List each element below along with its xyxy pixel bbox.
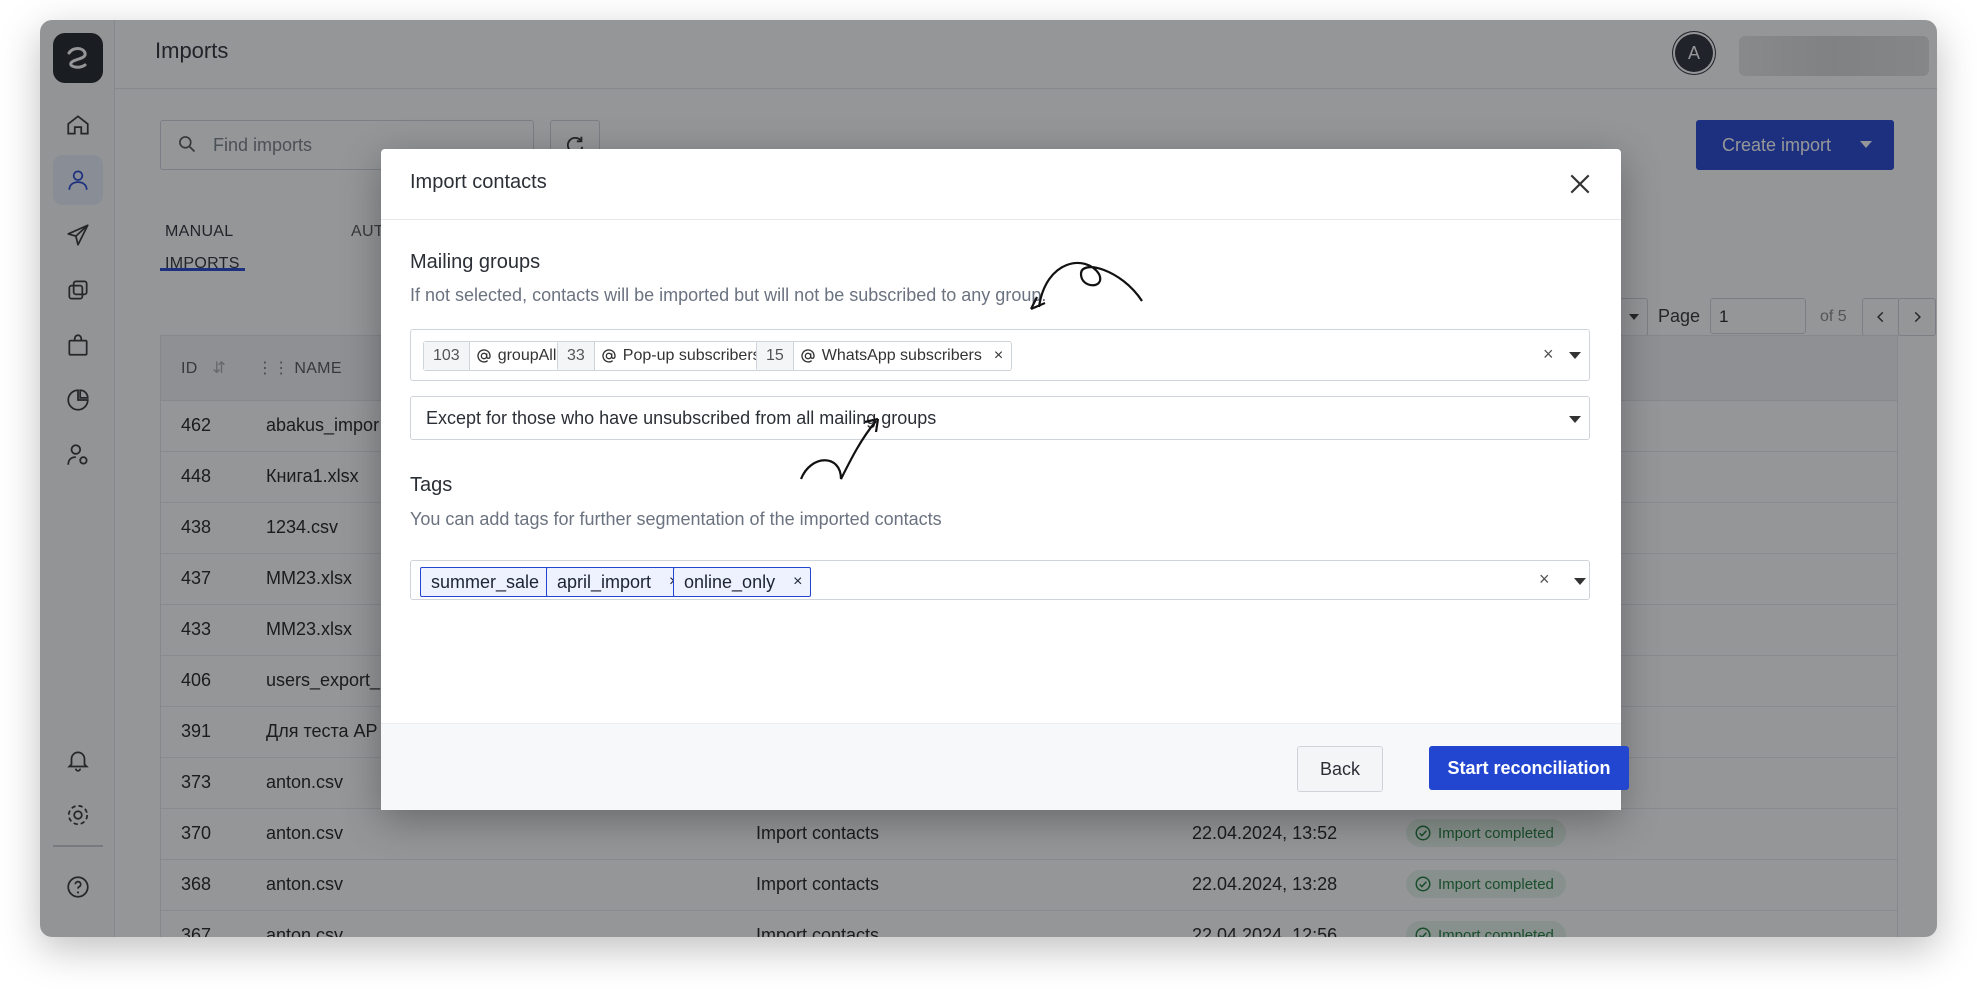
chevron-down-icon[interactable] [1574,578,1586,585]
group-count: 15 [757,342,794,370]
chevron-down-icon[interactable] [1569,416,1581,423]
tag-label: april_import [557,571,652,592]
at-sign-icon [477,349,491,363]
annotation-arrow-top [1037,261,1143,308]
group-name: groupAll [470,342,563,370]
modal-title: Import contacts [410,171,547,193]
except-select-value: Except for those who have unsubscribed f… [426,408,937,428]
at-sign-icon [602,349,616,363]
modal-header: Import contacts [381,149,1621,220]
tags-select[interactable]: summer_sale × april_import×online_only × × [410,560,1590,600]
clear-tags-icon[interactable]: × [1539,569,1550,590]
close-icon[interactable] [1567,171,1593,197]
group-name: WhatsApp subscribers [794,342,988,370]
mailing-groups-description: If not selected, contacts will be import… [410,285,1047,305]
group-count: 103 [424,342,470,370]
tag-label: summer_sale [431,571,540,592]
tag-chip[interactable]: april_import× [546,567,688,597]
annotation-arrows [799,261,1143,480]
start-reconciliation-button[interactable]: Start reconciliation [1429,746,1629,790]
tag-label: online_only [684,571,776,592]
at-sign-icon [801,349,815,363]
import-contacts-modal: Import contacts Mailing groups If not se… [381,149,1629,810]
group-name-label: WhatsApp subscribers [821,347,982,364]
group-count: 33 [558,342,595,370]
mailing-group-chip[interactable]: 15 WhatsApp subscribers × [756,341,1013,371]
chevron-down-icon[interactable] [1569,352,1581,359]
remove-group-icon[interactable]: × [988,342,1011,370]
mailing-groups-select[interactable]: 103 groupAll × 33 Pop-up subscribers × 15 Whats… [410,329,1590,381]
except-select[interactable]: Except for those who have unsubscribed f… [410,396,1590,440]
modal-footer: Back Start reconciliation [381,723,1629,810]
tag-chip[interactable]: online_only × [673,567,812,597]
remove-tag-icon[interactable]: × [793,573,802,591]
tags-title: Tags [410,474,453,496]
app-window: Imports A Create import MANUAL IMPORTS A… [40,20,1937,937]
group-name-label: Pop-up subscribers [622,347,761,364]
mailing-groups-title: Mailing groups [410,251,541,273]
tags-description: You can add tags for further segmentatio… [410,509,942,529]
group-name-label: groupAll [497,347,557,364]
clear-groups-icon[interactable]: × [1543,344,1554,365]
group-name: Pop-up subscribers [595,342,767,370]
back-button[interactable]: Back [1297,746,1383,792]
